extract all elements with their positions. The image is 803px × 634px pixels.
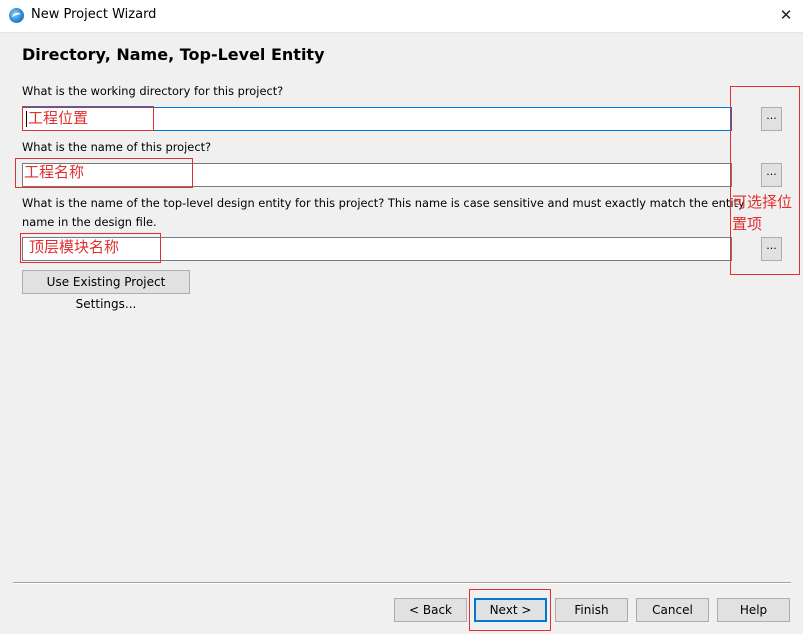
top-level-entity-annotation-label: 顶层模块名称 [29,238,120,256]
help-button[interactable]: Help [717,598,790,622]
browse-buttons-annotation-box [730,86,800,275]
page-title: Directory, Name, Top-Level Entity [22,45,325,64]
browse-buttons-annotation-label: 可选择位置项 [732,193,793,233]
directory-annotation-label: 工程位置 [28,109,89,127]
project-name-annotation-label: 工程名称 [24,163,85,181]
use-existing-settings-button[interactable]: Use Existing Project Settings... [22,270,190,311]
finish-button[interactable]: Finish [555,598,628,622]
directory-prompt: What is the working directory for this p… [22,84,284,98]
window-title: New Project Wizard [31,7,157,22]
quartus-globe-icon [9,8,24,23]
back-button[interactable]: < Back [394,598,467,622]
close-button[interactable]: ✕ [770,2,802,30]
cancel-button[interactable]: Cancel [636,598,709,622]
title-bar: New Project Wizard ✕ [0,0,803,33]
project-name-prompt: What is the name of this project? [22,140,212,154]
footer-separator [13,582,791,584]
next-button-annotation-box [469,589,551,631]
top-level-entity-prompt: What is the name of the top-level design… [22,196,745,229]
